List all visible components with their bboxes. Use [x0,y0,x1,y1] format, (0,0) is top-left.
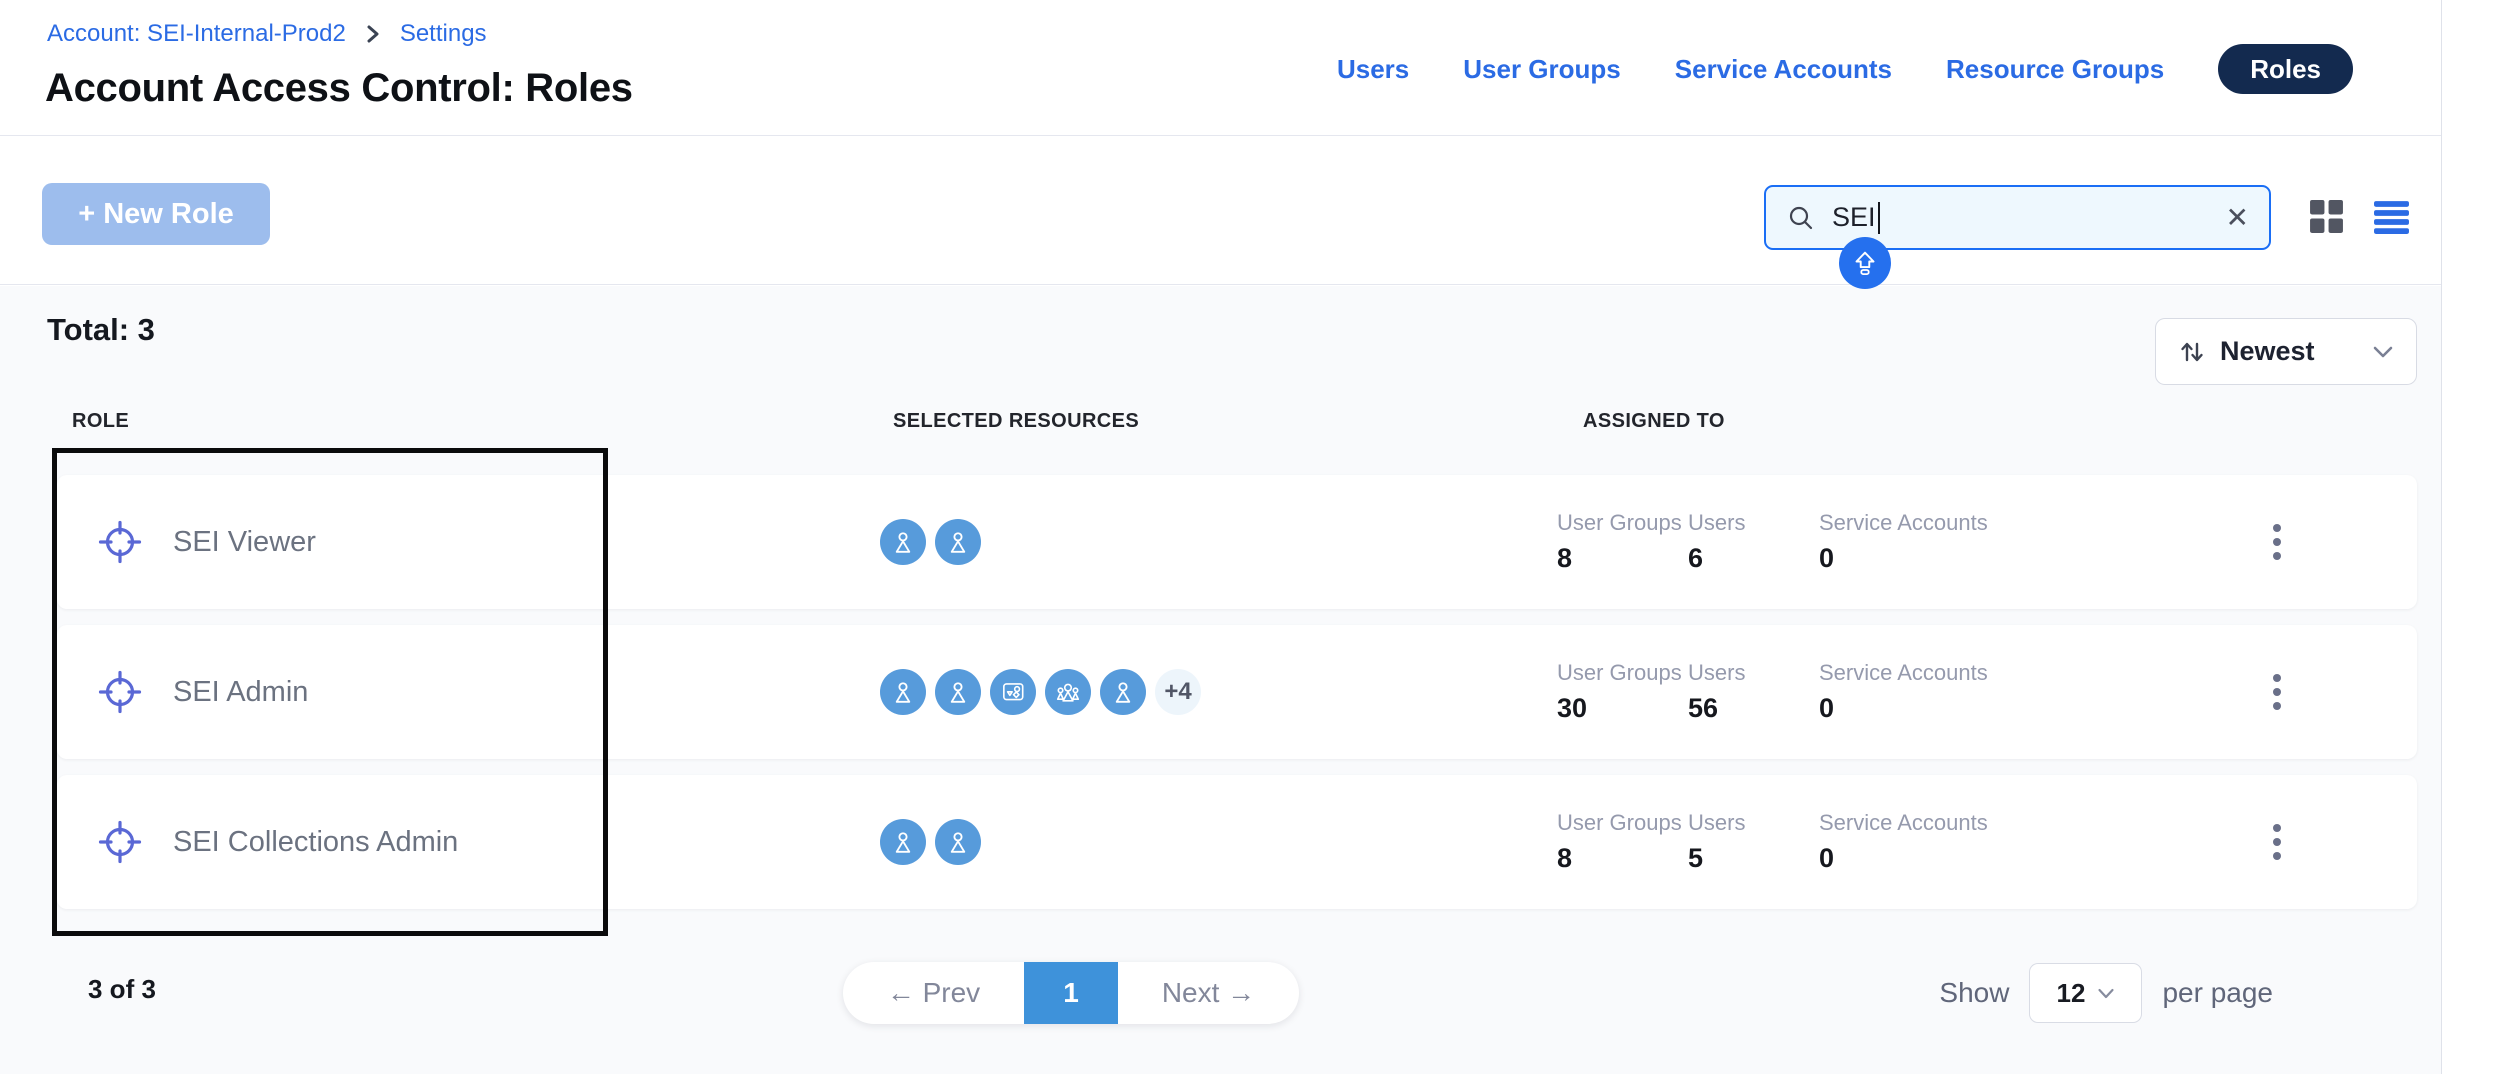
upload-badge-icon[interactable] [1839,237,1891,289]
chevron-down-icon [2097,987,2115,1000]
list-view-icon[interactable] [2373,198,2410,235]
resources-avatar-icon [990,669,1036,715]
page-1-button[interactable]: 1 [1024,962,1118,1024]
tab-users[interactable]: Users [1337,54,1409,85]
chevron-right-icon [362,23,384,45]
column-header-assigned-to: ASSIGNED TO [1583,410,1725,433]
assigned-label: Users [1688,810,1819,836]
page-size-select[interactable]: 12 [2029,963,2142,1023]
user-avatar-icon [935,669,981,715]
results-count: 3 of 3 [88,974,156,1005]
clear-search-button[interactable]: ✕ [2226,201,2249,234]
tab-service-accounts[interactable]: Service Accounts [1675,54,1892,85]
assigned-value: 56 [1688,693,1819,724]
breadcrumb: Account: SEI-Internal-Prod2 Settings [47,20,487,48]
user-avatar-icon [880,669,926,715]
assigned-label: User Groups [1557,660,1688,686]
assigned-label: Users [1688,510,1819,536]
right-gutter [2441,0,2520,1074]
pagination: ← Prev 1 Next → [843,962,1299,1024]
per-page-label: per page [2162,977,2273,1009]
sort-arrows-icon [2178,338,2206,366]
access-control-tabs: Users User Groups Service Accounts Resou… [1337,44,2353,94]
user-avatar-icon [880,819,926,865]
role-row[interactable]: SEI Admin +4 User Groups 30 Users 56 Servi… [57,625,2417,759]
show-label: Show [1939,977,2009,1009]
user-avatar-icon [935,819,981,865]
group-avatar-icon [1045,669,1091,715]
tab-user-groups[interactable]: User Groups [1463,54,1621,85]
prev-page-button[interactable]: ← Prev [843,962,1024,1024]
view-toggle [2308,198,2410,235]
page-title: Account Access Control: Roles [45,66,633,111]
role-name: SEI Viewer [173,526,316,559]
selected-resources-cell: +4 [880,625,1201,759]
assigned-label: Service Accounts [1819,810,2049,836]
breadcrumb-settings-link[interactable]: Settings [400,20,487,48]
selected-resources-cell [880,475,981,609]
column-header-role: ROLE [72,410,129,433]
role-cell: SEI Viewer [97,475,316,609]
roles-list-section: Total: 3 Newest ROLE SELECTED RESOURCES … [0,286,2441,1074]
page-size-control: Show 12 per page [1939,962,2273,1024]
toolbar: + New Role SEI ✕ [0,136,2441,285]
column-header-selected-resources: SELECTED RESOURCES [893,410,1139,433]
assigned-to-cell: User Groups 8 Users 5 Service Accounts 0 [1557,775,2049,909]
user-avatar-icon [935,519,981,565]
role-row[interactable]: SEI Viewer User Groups 8 Users 6 Service A… [57,475,2417,609]
new-role-button[interactable]: + New Role [42,183,270,245]
assigned-to-cell: User Groups 8 Users 6 Service Accounts 0 [1557,475,2049,609]
assigned-value: 30 [1557,693,1688,724]
role-target-icon [97,669,143,715]
assigned-value: 0 [1819,843,2049,874]
assigned-value: 5 [1688,843,1819,874]
search-value: SEI [1832,202,1876,233]
role-cell: SEI Admin [97,625,308,759]
assigned-to-cell: User Groups 30 Users 56 Service Accounts 0 [1557,625,2049,759]
text-caret [1878,202,1880,234]
assigned-label: Service Accounts [1819,510,2049,536]
breadcrumb-account-link[interactable]: Account: SEI-Internal-Prod2 [47,20,346,48]
user-avatar-icon [880,519,926,565]
row-menu-kebab-icon[interactable] [2247,775,2307,909]
role-row[interactable]: SEI Collections Admin User Groups 8 Users… [57,775,2417,909]
page-header: Account: SEI-Internal-Prod2 Settings Acc… [0,0,2441,136]
search-input[interactable]: SEI ✕ [1764,185,2271,250]
assigned-value: 0 [1819,693,2049,724]
roles-page: Account: SEI-Internal-Prod2 Settings Acc… [0,0,2520,1074]
user-avatar-icon [1100,669,1146,715]
row-menu-kebab-icon[interactable] [2247,475,2307,609]
tab-resource-groups[interactable]: Resource Groups [1946,54,2164,85]
role-name: SEI Admin [173,676,308,709]
assigned-value: 6 [1688,543,1819,574]
role-target-icon [97,519,143,565]
assigned-label: Users [1688,660,1819,686]
more-avatars-chip[interactable]: +4 [1155,669,1201,715]
sort-dropdown[interactable]: Newest [2155,318,2417,385]
chevron-down-icon [2372,344,2394,360]
assigned-label: Service Accounts [1819,660,2049,686]
next-page-button[interactable]: Next → [1118,962,1299,1024]
role-target-icon [97,819,143,865]
assigned-label: User Groups [1557,810,1688,836]
total-count: Total: 3 [47,312,155,348]
page-size-value: 12 [2056,978,2085,1009]
role-cell: SEI Collections Admin [97,775,458,909]
grid-view-icon[interactable] [2308,198,2345,235]
sort-value: Newest [2220,336,2315,367]
role-name: SEI Collections Admin [173,826,458,859]
assigned-value: 8 [1557,843,1688,874]
assigned-label: User Groups [1557,510,1688,536]
row-menu-kebab-icon[interactable] [2247,625,2307,759]
search-icon [1786,203,1816,233]
tab-roles-active[interactable]: Roles [2218,44,2353,94]
selected-resources-cell [880,775,981,909]
assigned-value: 8 [1557,543,1688,574]
assigned-value: 0 [1819,543,2049,574]
